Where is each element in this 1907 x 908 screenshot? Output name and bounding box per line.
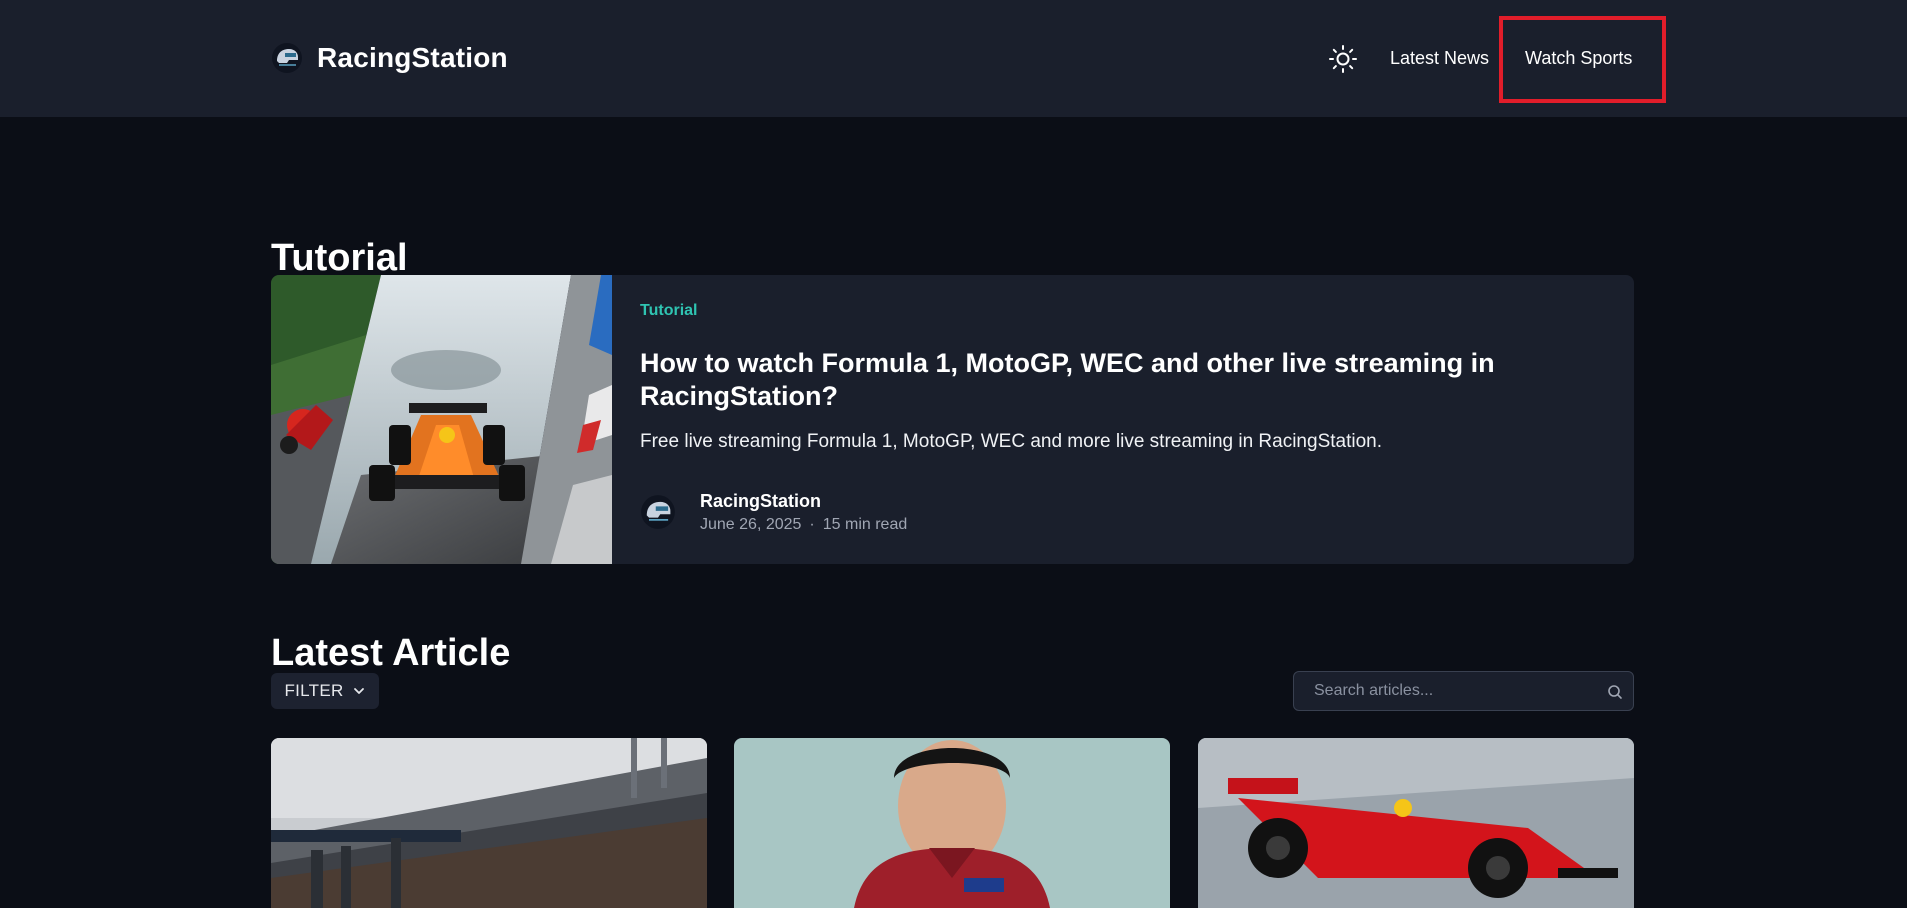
- helmet-logo-icon: [272, 43, 302, 73]
- article-image-driver-portrait: [734, 738, 1170, 908]
- author-avatar: [641, 495, 675, 529]
- nav-latest-news[interactable]: Latest News: [1390, 46, 1489, 70]
- sun-icon[interactable]: [1328, 44, 1358, 74]
- article-image-red-f1-car: [1198, 738, 1634, 908]
- filter-button[interactable]: FILTER: [271, 673, 379, 709]
- filter-label: FILTER: [284, 681, 344, 700]
- featured-article-image: [271, 275, 612, 564]
- article-card[interactable]: [1198, 738, 1634, 908]
- brand-link[interactable]: RacingStation: [271, 40, 508, 76]
- search-box: [1293, 671, 1634, 711]
- author-info: RacingStation June 26, 2025 · 15 min read: [640, 490, 907, 535]
- section-title-tutorial: Tutorial: [271, 236, 408, 279]
- article-card[interactable]: [734, 738, 1170, 908]
- featured-article-card[interactable]: Tutorial How to watch Formula 1, MotoGP,…: [271, 275, 1634, 564]
- article-card[interactable]: [271, 738, 707, 908]
- site-header: RacingStation Latest News Watch Sports: [0, 0, 1907, 117]
- chevron-down-icon: [353, 688, 364, 694]
- featured-description: Free live streaming Formula 1, MotoGP, W…: [640, 431, 1383, 452]
- search-input[interactable]: [1312, 672, 1592, 710]
- search-icon[interactable]: [1607, 684, 1623, 700]
- read-time: 15 min read: [822, 516, 908, 533]
- author-text: RacingStation June 26, 2025 · 15 min read: [700, 490, 907, 535]
- author-name: RacingStation: [700, 491, 822, 511]
- meta-separator: ·: [809, 516, 815, 533]
- brand-name: RacingStation: [317, 42, 508, 73]
- highlight-annotation-box: [1499, 16, 1666, 103]
- featured-category[interactable]: Tutorial: [640, 302, 697, 320]
- section-title-latest-article: Latest Article: [271, 631, 511, 674]
- featured-title[interactable]: How to watch Formula 1, MotoGP, WEC and …: [640, 347, 1600, 413]
- article-image-melbourne-grandstand: [271, 738, 707, 908]
- publish-date: June 26, 2025: [700, 516, 802, 533]
- article-meta: June 26, 2025 · 15 min read: [700, 515, 907, 535]
